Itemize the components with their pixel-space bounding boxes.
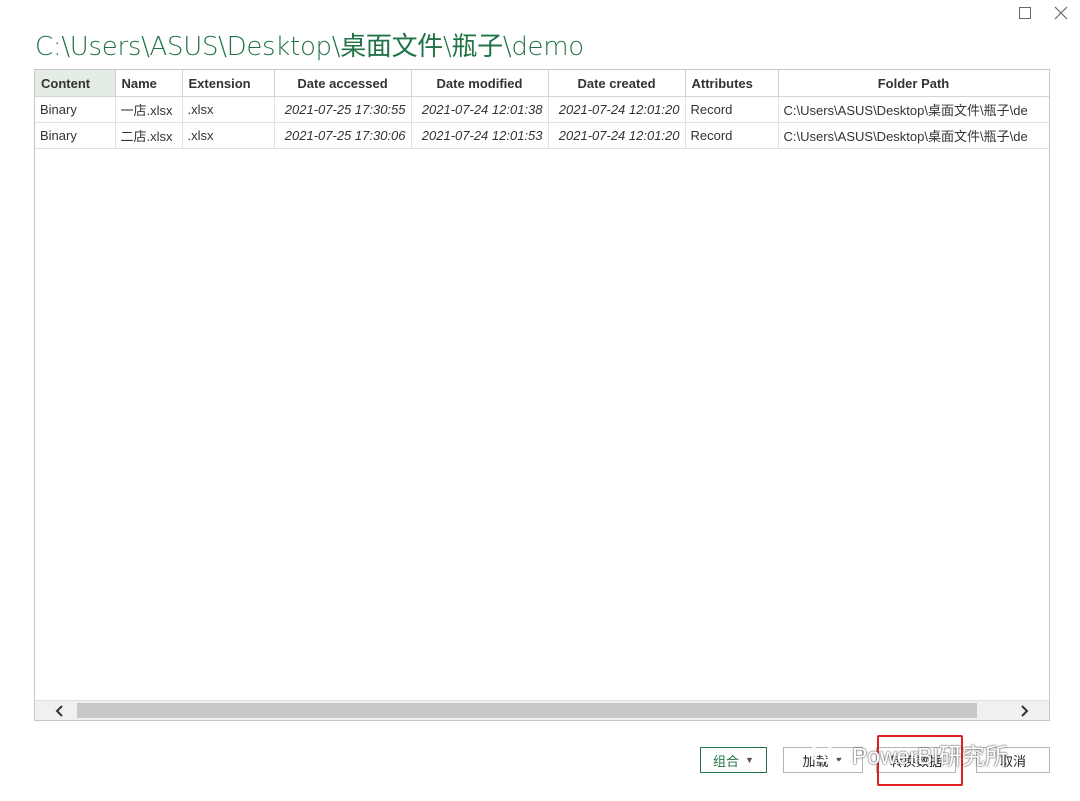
column-header-date-accessed[interactable]: Date accessed <box>274 70 412 97</box>
dropdown-caret-icon: ▼ <box>745 755 754 765</box>
cell-date-created: 2021-07-24 12:01:20 <box>548 96 686 123</box>
cell-date-accessed: 2021-07-25 17:30:06 <box>274 122 412 149</box>
maximize-button[interactable] <box>1014 2 1036 24</box>
table-row: Binary 一店.xlsx .xlsx 2021-07-25 17:30:55… <box>35 96 1049 123</box>
cell-content[interactable]: Binary <box>35 96 116 123</box>
chevron-left-icon <box>55 704 63 717</box>
column-header-content[interactable]: Content <box>35 70 116 97</box>
cell-date-accessed: 2021-07-25 17:30:55 <box>274 96 412 123</box>
cell-content[interactable]: Binary <box>35 122 116 149</box>
cell-attributes[interactable]: Record <box>685 96 779 123</box>
cell-date-modified: 2021-07-24 12:01:53 <box>411 122 549 149</box>
scroll-right-button[interactable] <box>1005 701 1045 720</box>
close-button[interactable] <box>1050 2 1072 24</box>
column-header-date-created[interactable]: Date created <box>548 70 686 97</box>
watermark-text: PowerBI研究所 <box>852 743 1008 769</box>
column-header-name[interactable]: Name <box>115 70 183 97</box>
wechat-icon <box>810 744 845 764</box>
combine-button[interactable]: 组合 ▼ <box>700 747 767 773</box>
window-controls <box>1014 2 1072 24</box>
file-table: Content Name Extension Date accessed Dat… <box>35 70 1049 149</box>
cell-folder-path: C:\Users\ASUS\Desktop\桌面文件\瓶子\de <box>778 96 1049 123</box>
cell-attributes[interactable]: Record <box>685 122 779 149</box>
column-header-extension[interactable]: Extension <box>182 70 275 97</box>
cell-name: 一店.xlsx <box>115 96 183 123</box>
cell-extension: .xlsx <box>182 96 275 123</box>
close-icon <box>1054 6 1068 20</box>
cell-date-modified: 2021-07-24 12:01:38 <box>411 96 549 123</box>
file-preview-grid[interactable]: Content Name Extension Date accessed Dat… <box>34 69 1050 721</box>
chevron-right-icon <box>1021 704 1029 717</box>
scrollbar-thumb[interactable] <box>77 703 977 718</box>
cell-date-created: 2021-07-24 12:01:20 <box>548 122 686 149</box>
cell-folder-path: C:\Users\ASUS\Desktop\桌面文件\瓶子\de <box>778 122 1049 149</box>
table-row: Binary 二店.xlsx .xlsx 2021-07-25 17:30:06… <box>35 122 1049 149</box>
column-header-folder-path[interactable]: Folder Path <box>778 70 1049 97</box>
combine-label: 组合 <box>713 753 740 769</box>
cell-extension: .xlsx <box>182 122 275 149</box>
column-header-date-modified[interactable]: Date modified <box>411 70 549 97</box>
watermark: PowerBI研究所 <box>808 736 1008 772</box>
folder-path-title: C:\Users\ASUS\Desktop\桌面文件\瓶子\demo <box>35 32 584 62</box>
maximize-icon <box>1019 7 1031 19</box>
column-header-attributes[interactable]: Attributes <box>685 70 779 97</box>
cell-name: 二店.xlsx <box>115 122 183 149</box>
horizontal-scrollbar[interactable] <box>35 700 1049 720</box>
scroll-left-button[interactable] <box>39 701 79 720</box>
table-header-row: Content Name Extension Date accessed Dat… <box>35 70 1049 97</box>
